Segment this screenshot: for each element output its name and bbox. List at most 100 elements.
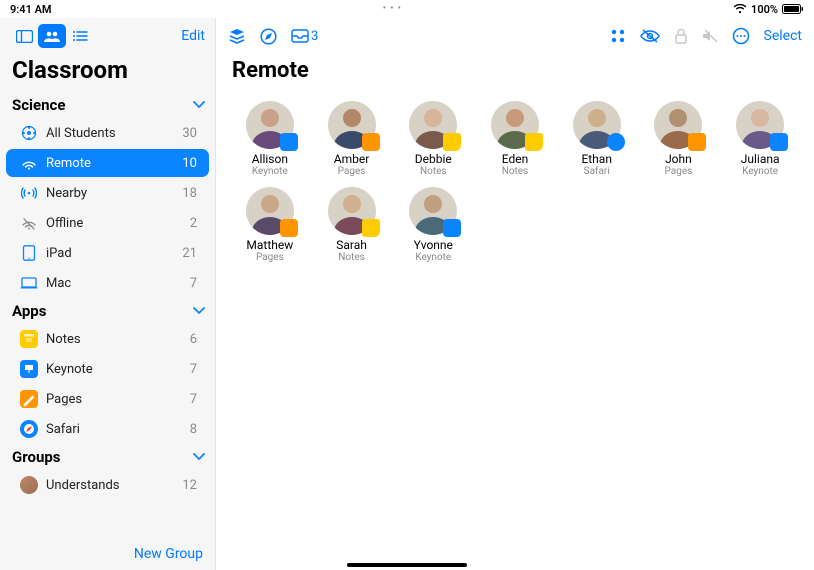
student-cell[interactable]: Juliana Keynote xyxy=(722,101,798,177)
sidebar-item-count: 18 xyxy=(182,186,197,201)
chevron-down-icon xyxy=(193,101,205,109)
keynote-badge-icon xyxy=(443,219,461,237)
student-name: Sarah xyxy=(336,238,367,252)
more-icon[interactable] xyxy=(732,27,750,45)
status-bar: 9:41 AM • • • 100% xyxy=(0,0,814,18)
sidebar-item-count: 7 xyxy=(190,276,197,291)
safari-app-icon xyxy=(18,420,40,438)
student-name: Allison xyxy=(252,152,288,166)
wifi-icon xyxy=(733,4,747,14)
student-name: Eden xyxy=(502,152,528,166)
class-icon xyxy=(18,125,40,141)
pages-badge-icon xyxy=(280,219,298,237)
notes-badge-icon xyxy=(443,133,461,151)
people-view-icon[interactable] xyxy=(38,24,66,48)
compass-icon[interactable] xyxy=(260,28,277,45)
sidebar-item-label: iPad xyxy=(46,246,182,261)
sidebar-item-label: Offline xyxy=(46,216,190,231)
student-app-label: Keynote xyxy=(742,166,778,177)
student-app-label: Pages xyxy=(256,252,284,263)
sidebar-item-remote[interactable]: Remote 10 xyxy=(6,149,209,177)
sidebar-view-segmented xyxy=(10,24,94,48)
status-time: 9:41 AM xyxy=(10,3,52,16)
student-cell[interactable]: Eden Notes xyxy=(477,101,553,177)
eye-slash-icon[interactable] xyxy=(640,29,660,43)
student-app-label: Notes xyxy=(420,166,447,177)
apps-list: Notes 6 Keynote 7 Pages 7 Safari 8 xyxy=(0,324,215,444)
section-label: Apps xyxy=(12,302,193,320)
stack-icon[interactable] xyxy=(228,28,246,44)
grid-icon[interactable] xyxy=(610,28,626,44)
section-label: Science xyxy=(12,96,193,114)
sidebar-item-count: 7 xyxy=(190,362,197,377)
section-header-groups[interactable]: Groups xyxy=(0,444,215,470)
section-header-apps[interactable]: Apps xyxy=(0,298,215,324)
remote-icon xyxy=(18,156,40,170)
battery-percent: 100% xyxy=(751,3,778,16)
keynote-badge-icon xyxy=(280,133,298,151)
inbox-button[interactable]: 3 xyxy=(291,29,318,44)
sidebar-item-safari[interactable]: Safari 8 xyxy=(6,415,209,443)
student-cell[interactable]: John Pages xyxy=(641,101,717,177)
student-name: Debbie xyxy=(415,152,452,166)
chevron-down-icon xyxy=(193,307,205,315)
student-cell[interactable]: Amber Pages xyxy=(314,101,390,177)
chevron-down-icon xyxy=(193,453,205,461)
sidebar-item-label: Understands xyxy=(46,478,182,493)
keynote-app-icon xyxy=(18,360,40,378)
home-indicator[interactable] xyxy=(347,563,467,567)
section-header-science[interactable]: Science xyxy=(0,92,215,118)
sidebar-item-all-students[interactable]: All Students 30 xyxy=(6,119,209,147)
sidebar-item-label: Remote xyxy=(46,156,182,171)
sidebar-item-label: Safari xyxy=(46,422,190,437)
edit-button[interactable]: Edit xyxy=(181,28,205,44)
sidebar-item-label: Nearby xyxy=(46,186,182,201)
sidebar-item-label: Keynote xyxy=(46,362,190,377)
student-name: Yvonne xyxy=(414,238,453,252)
app-title: Classroom xyxy=(0,54,215,92)
pages-badge-icon xyxy=(362,133,380,151)
student-cell[interactable]: Matthew Pages xyxy=(232,187,308,263)
sidebar-toggle-icon[interactable] xyxy=(10,24,38,48)
pages-badge-icon xyxy=(688,133,706,151)
sidebar-item-pages[interactable]: Pages 7 xyxy=(6,385,209,413)
student-cell[interactable]: Yvonne Keynote xyxy=(395,187,471,263)
sidebar-item-understands[interactable]: Understands 12 xyxy=(6,471,209,499)
sidebar-item-ipad[interactable]: iPad 21 xyxy=(6,239,209,267)
sidebar-item-label: Pages xyxy=(46,392,190,407)
student-app-label: Notes xyxy=(502,166,529,177)
student-name: Matthew xyxy=(246,238,293,252)
sidebar-item-count: 2 xyxy=(190,216,197,231)
student-app-label: Keynote xyxy=(415,252,451,263)
notes-app-icon xyxy=(18,330,40,348)
student-name: John xyxy=(665,152,692,166)
student-app-label: Notes xyxy=(338,252,365,263)
sidebar-item-mac[interactable]: Mac 7 xyxy=(6,269,209,297)
new-group-button[interactable]: New Group xyxy=(134,546,203,562)
student-app-label: Pages xyxy=(338,166,366,177)
mute-icon xyxy=(702,29,718,43)
student-cell[interactable]: Ethan Safari xyxy=(559,101,635,177)
sidebar-item-label: Mac xyxy=(46,276,190,291)
main-toolbar: 3 Select xyxy=(216,18,814,54)
student-cell[interactable]: Sarah Notes xyxy=(314,187,390,263)
sidebar-item-offline[interactable]: Offline 2 xyxy=(6,209,209,237)
notes-badge-icon xyxy=(362,219,380,237)
sidebar-item-label: All Students xyxy=(46,126,182,141)
student-cell[interactable]: Allison Keynote xyxy=(232,101,308,177)
sidebar-item-notes[interactable]: Notes 6 xyxy=(6,325,209,353)
sidebar-item-nearby[interactable]: Nearby 18 xyxy=(6,179,209,207)
select-button[interactable]: Select xyxy=(764,28,802,44)
mac-icon xyxy=(18,277,40,289)
lock-icon xyxy=(674,28,688,44)
sidebar-item-label: Notes xyxy=(46,332,190,347)
sidebar: Edit Classroom Science All Students 30 xyxy=(0,18,216,570)
inbox-count: 3 xyxy=(311,29,318,44)
sidebar-item-count: 8 xyxy=(190,422,197,437)
sidebar-item-keynote[interactable]: Keynote 7 xyxy=(6,355,209,383)
student-name: Juliana xyxy=(741,152,780,166)
list-view-icon[interactable] xyxy=(66,24,94,48)
multitasking-dots[interactable]: • • • xyxy=(52,4,733,14)
student-cell[interactable]: Debbie Notes xyxy=(395,101,471,177)
section-label: Groups xyxy=(12,448,193,466)
